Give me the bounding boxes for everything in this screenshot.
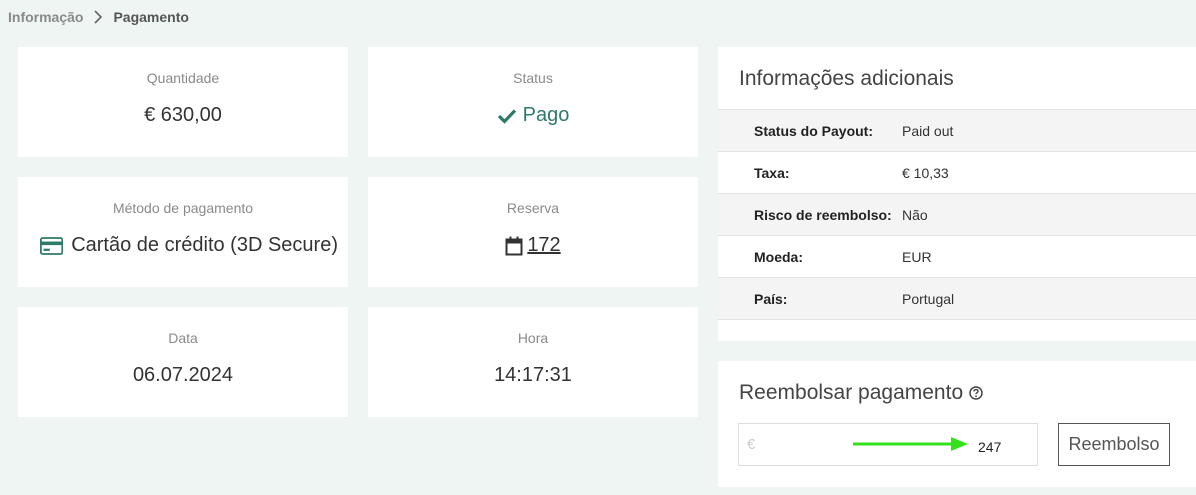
- date-card: Data 06.07.2024: [18, 307, 348, 417]
- time-label: Hora: [517, 330, 549, 346]
- breadcrumb-current: Pagamento: [113, 9, 189, 25]
- payment-method-label: Método de pagamento: [112, 200, 254, 216]
- status-card: Status Pago: [368, 47, 698, 157]
- info-value: € 10,33: [902, 164, 949, 181]
- info-row-currency: Moeda: EUR: [718, 236, 1196, 278]
- additional-info-title: Informações adicionais: [718, 47, 1196, 110]
- chevron-right-icon: [89, 8, 107, 26]
- info-key: Status do Payout:: [754, 122, 874, 139]
- info-key: Taxa:: [754, 164, 790, 181]
- refund-amount-input[interactable]: € 247: [738, 423, 1038, 466]
- reservation-link[interactable]: 172: [527, 234, 560, 257]
- refund-amount-value: 247: [978, 439, 1002, 455]
- amount-label: Quantidade: [146, 70, 220, 86]
- amount-value: € 630,00: [144, 104, 222, 126]
- status-value: Pago: [497, 104, 570, 127]
- info-key: Risco de reembolso:: [754, 206, 892, 223]
- reservation-label: Reserva: [506, 200, 560, 216]
- breadcrumb: Informação Pagamento: [8, 7, 189, 27]
- info-row-payout-status: Status do Payout: Paid out: [718, 110, 1196, 152]
- additional-info-table: Status do Payout: Paid out Taxa: € 10,33…: [718, 110, 1196, 320]
- info-row-fee: Taxa: € 10,33: [718, 152, 1196, 194]
- time-value: 14:17:31: [494, 364, 572, 386]
- info-value: Não: [902, 206, 928, 223]
- amount-card: Quantidade € 630,00: [18, 47, 348, 157]
- arrow-right-icon: [853, 437, 968, 451]
- refund-panel: Reembolsar pagamento € 247 Reembolso: [718, 361, 1196, 487]
- currency-symbol: €: [747, 436, 756, 453]
- info-key: País:: [754, 290, 788, 307]
- date-label: Data: [168, 330, 198, 346]
- reservation-card: Reserva 172: [368, 177, 698, 287]
- refund-button[interactable]: Reembolso: [1058, 423, 1170, 466]
- info-row-country: País: Portugal: [718, 278, 1196, 320]
- payment-method-text: Cartão de crédito (3D Secure): [71, 234, 338, 256]
- status-label: Status: [513, 70, 553, 86]
- refund-title-text: Reembolsar pagamento: [739, 381, 964, 404]
- payment-method-value: Cartão de crédito (3D Secure): [38, 234, 338, 257]
- check-icon: [497, 108, 516, 124]
- reservation-value[interactable]: 172: [505, 234, 561, 257]
- info-value: Paid out: [902, 122, 954, 139]
- credit-card-icon: [40, 236, 64, 255]
- info-value: EUR: [902, 248, 932, 265]
- calendar-icon: [505, 236, 523, 255]
- payment-method-card: Método de pagamento Cartão de crédito (3…: [18, 177, 348, 287]
- additional-info-panel: Informações adicionais Status do Payout:…: [718, 47, 1196, 341]
- help-icon[interactable]: [969, 386, 983, 400]
- info-key: Moeda:: [754, 248, 803, 265]
- info-row-refund-risk: Risco de reembolso: Não: [718, 194, 1196, 236]
- status-text: Pago: [522, 104, 570, 126]
- time-card: Hora 14:17:31: [368, 307, 698, 417]
- breadcrumb-link-informacao[interactable]: Informação: [8, 9, 83, 25]
- info-value: Portugal: [902, 290, 955, 307]
- date-value: 06.07.2024: [132, 364, 234, 386]
- refund-title: Reembolsar pagamento: [739, 381, 983, 405]
